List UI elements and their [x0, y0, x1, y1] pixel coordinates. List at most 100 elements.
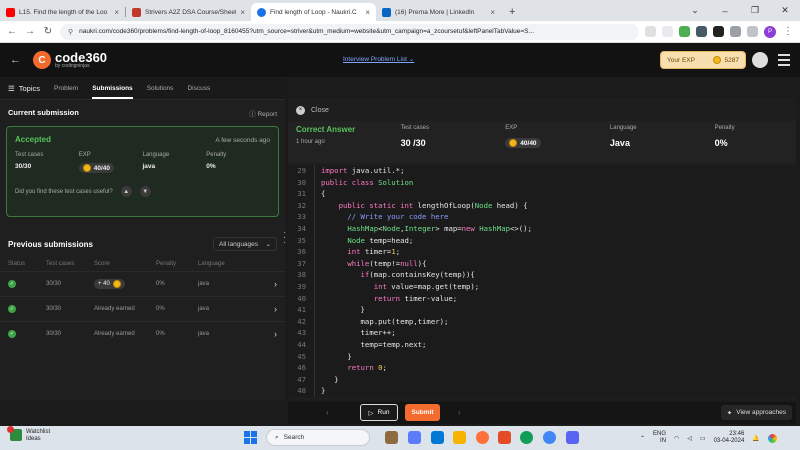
store-icon[interactable] [431, 431, 444, 444]
table-row[interactable]: ✓ 30/30 Already earned 0% java › [0, 296, 285, 321]
tab-submissions[interactable]: Submissions [92, 85, 133, 99]
view-approaches-button[interactable]: ✦ View approaches [720, 405, 792, 420]
extension-icon[interactable] [679, 26, 690, 37]
browser-menu-icon[interactable]: ⋮ [782, 26, 794, 37]
profile-avatar[interactable]: P [764, 25, 776, 38]
back-icon[interactable]: ← [6, 26, 18, 37]
extensions-puzzle-icon[interactable] [730, 26, 741, 37]
browser-tab[interactable]: Strivers A2Z DSA Course/Sheet × [126, 3, 251, 21]
chevron-left-icon[interactable]: ‹ [326, 408, 329, 417]
bell-icon[interactable]: 🔔 [752, 435, 759, 442]
code-line[interactable]: 30 public class Solution [288, 176, 796, 189]
forward-icon[interactable]: → [24, 26, 36, 37]
close-button[interactable]: × Close [288, 100, 329, 120]
extension-icon[interactable] [713, 26, 724, 37]
bookmark-star-icon[interactable] [662, 26, 673, 37]
chat-icon[interactable] [408, 431, 421, 444]
browser-tab-active[interactable]: Find length of Loop - Naukri.C × [251, 3, 376, 21]
row-language: java [198, 331, 210, 337]
close-tab-icon[interactable]: × [490, 8, 495, 17]
code-line[interactable]: 44 temp=temp.next; [288, 338, 796, 351]
volume-icon[interactable]: ◁ [687, 435, 692, 442]
widgets-button[interactable]: Watchlist Ideas [7, 426, 50, 442]
firefox-icon[interactable] [476, 431, 489, 444]
app-icon[interactable] [566, 431, 579, 444]
code-editor[interactable]: 29 import java.util.*; 30 public class Solu… [288, 165, 796, 397]
back-arrow-icon[interactable]: ← [10, 54, 21, 66]
lightbulb-icon: ✦ [726, 409, 733, 417]
code-line[interactable]: 45 } [288, 350, 796, 363]
code-line[interactable]: 43 timer++; [288, 327, 796, 339]
table-row[interactable]: ✓ 30/30 Already earned 0% java › [0, 321, 285, 346]
thumbs-down-icon[interactable]: ▼ [139, 186, 151, 197]
code360-logo[interactable]: C code360 by codingninjas [33, 51, 107, 69]
url-field[interactable]: ⚲ naukri.com/code360/problems/find-lengt… [60, 23, 639, 40]
code-line[interactable]: 40 return timer-value; [288, 292, 796, 305]
report-button[interactable]: ⓘ Report [249, 108, 277, 118]
code-line[interactable]: 38 if(map.containsKey(temp)){ [288, 269, 796, 281]
task-view-icon[interactable] [385, 431, 398, 444]
code-line[interactable]: 39 int value=map.get(temp); [288, 280, 796, 293]
close-tab-icon[interactable]: × [365, 8, 370, 17]
office-icon[interactable] [498, 431, 511, 444]
code-line[interactable]: 42 map.put(temp,timer); [288, 315, 796, 328]
run-button[interactable]: ▷ Run [360, 404, 398, 421]
tab-solutions[interactable]: Solutions [147, 85, 174, 92]
browser-tab[interactable]: (16) Prerna More | LinkedIn × [376, 3, 501, 21]
row-language: java [198, 281, 210, 287]
chevron-up-icon[interactable]: ⌃ [640, 435, 645, 442]
submit-button[interactable]: Submit [405, 404, 440, 421]
share-icon[interactable] [645, 26, 656, 37]
chevron-right-icon[interactable]: › [268, 329, 277, 339]
chevron-right-icon[interactable]: › [268, 304, 277, 314]
tab-discuss[interactable]: Discuss [187, 85, 210, 92]
code-line[interactable]: 36 int timer=1; [288, 246, 796, 258]
chevron-right-icon[interactable]: › [458, 408, 461, 417]
reload-icon[interactable]: ↻ [42, 26, 54, 37]
topics-button[interactable]: ☰ Topics [8, 84, 40, 93]
problem-list-link[interactable]: Interview Problem List ⌄ [343, 55, 414, 63]
minimize-icon[interactable]: – [710, 6, 740, 16]
code-line[interactable]: 35 Node temp=head; [288, 234, 796, 247]
thumbs-up-icon[interactable]: ▲ [120, 186, 132, 197]
user-avatar[interactable] [752, 52, 768, 68]
close-tab-icon[interactable]: × [114, 8, 119, 17]
wifi-icon[interactable]: ◠ [674, 435, 679, 442]
menu-icon[interactable] [778, 54, 790, 69]
edge-icon[interactable] [520, 431, 533, 444]
windows-start-icon[interactable] [244, 431, 257, 444]
file-explorer-icon[interactable] [453, 431, 466, 444]
tab-problem[interactable]: Problem [54, 85, 78, 92]
close-tab-icon[interactable]: × [240, 8, 245, 17]
chrome-icon[interactable] [543, 431, 556, 444]
code-line[interactable]: 32 public static int lengthOfLoop(Node h… [288, 199, 796, 212]
code-line[interactable]: 29 import java.util.*; [288, 165, 796, 177]
taskbar-search[interactable]: ⌕ Search [266, 429, 370, 446]
battery-icon[interactable]: ▭ [700, 435, 706, 442]
code-line[interactable]: 41 } [288, 304, 796, 316]
extension-icon[interactable] [696, 26, 707, 37]
code-line[interactable]: 46 return 0; [288, 362, 796, 374]
code-line[interactable]: 33 // Write your code here [288, 211, 796, 223]
browser-tab[interactable]: L15. Find the length of the Loo × [0, 3, 125, 21]
code-line[interactable]: 37 while(temp!=null){ [288, 257, 796, 270]
code-line[interactable]: 34 HashMap<Node,Integer> map=new HashMap… [288, 222, 796, 235]
color-icon[interactable] [767, 433, 777, 443]
language-indicator[interactable]: ENG IN [653, 431, 666, 445]
close-window-icon[interactable]: ✕ [770, 5, 800, 16]
maximize-icon[interactable]: ❐ [740, 5, 770, 16]
stat-label: Language [142, 152, 170, 158]
tab-search-icon[interactable]: ⌄ [680, 5, 710, 16]
panel-resize-handle[interactable]: · · · [283, 228, 287, 248]
code-line[interactable]: 48} [288, 385, 796, 397]
code-line[interactable]: 47 } [288, 373, 796, 386]
sidebar-icon[interactable] [747, 26, 758, 37]
clock[interactable]: 23:46 03-04-2024 [714, 431, 745, 445]
chevron-right-icon[interactable]: › [268, 279, 277, 289]
language-filter[interactable]: All languages ⌄ [213, 237, 277, 251]
code-line[interactable]: 31 { [288, 188, 796, 200]
site-info-icon[interactable]: ⚲ [68, 28, 73, 36]
exp-button[interactable]: Your EXP 5287 [660, 51, 746, 69]
new-tab-button[interactable]: + [501, 6, 523, 21]
table-row[interactable]: ✓ 30/30 + 40 0% java › [0, 271, 285, 296]
